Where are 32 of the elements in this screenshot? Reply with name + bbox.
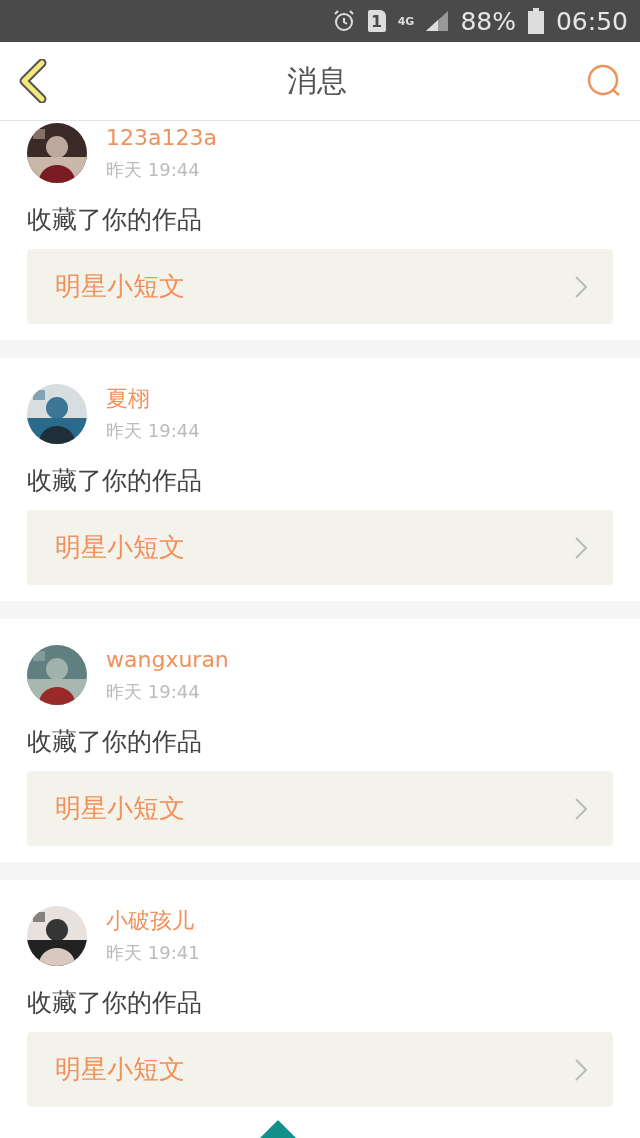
message-text: 收藏了你的作品: [27, 204, 203, 236]
work-title: 明星小短文: [55, 531, 185, 564]
message-text: 收藏了你的作品: [27, 465, 203, 497]
user-name[interactable]: wangxuran: [106, 647, 229, 673]
network-indicator: 4G: [397, 15, 415, 27]
clock-time: 06:50: [555, 6, 628, 36]
sim-indicator: 1: [367, 10, 386, 32]
work-link[interactable]: 明星小短文: [27, 510, 613, 585]
work-link[interactable]: 明星小短文: [27, 771, 613, 846]
message-time: 昨天 19:44: [106, 159, 201, 181]
work-link[interactable]: 明星小短文: [27, 249, 613, 324]
battery-percent: 88%: [460, 6, 516, 36]
page-title: 消息: [287, 61, 347, 100]
battery-icon: [527, 8, 544, 34]
user-name[interactable]: 夏栩: [106, 386, 200, 412]
work-title: 明星小短文: [55, 1053, 185, 1086]
chevron-right-icon: [575, 797, 587, 820]
back-icon[interactable]: [18, 59, 48, 103]
work-link[interactable]: 明星小短文: [27, 1032, 613, 1107]
message-time: 昨天 19:44: [106, 420, 200, 442]
message-text: 收藏了你的作品: [27, 987, 203, 1019]
message-text: 收藏了你的作品: [27, 726, 203, 758]
user-name[interactable]: 小破孩儿: [106, 908, 200, 934]
message-time: 昨天 19:41: [106, 942, 200, 964]
chevron-right-icon: [575, 536, 587, 559]
work-title: 明星小短文: [55, 270, 185, 303]
chevron-right-icon: [575, 275, 587, 298]
signal-icon: [426, 11, 449, 31]
user-name[interactable]: 123a123a: [106, 125, 217, 151]
message-time: 昨天 19:44: [106, 681, 201, 703]
work-title: 明星小短文: [55, 792, 185, 825]
chevron-right-icon: [575, 1058, 587, 1081]
